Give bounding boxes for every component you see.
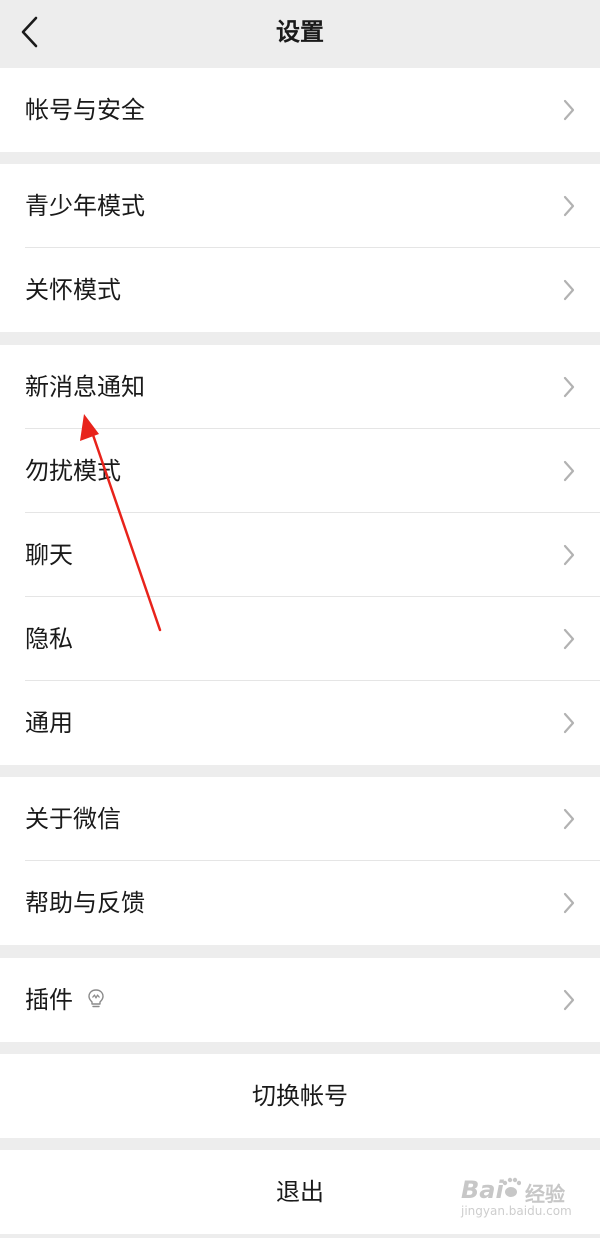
settings-item-label: 关怀模式 (25, 276, 121, 304)
settings-item-help-feedback[interactable]: 帮助与反馈 (0, 861, 600, 945)
paw-logo-icon: Bai (461, 1176, 521, 1204)
switch-account-section: 切换帐号 (0, 1054, 600, 1138)
watermark-logo: Bai 经验 jingyan.baidu.com (455, 1170, 585, 1226)
settings-item-label: 勿扰模式 (25, 457, 121, 485)
chevron-right-icon (563, 99, 575, 121)
lightbulb-icon (88, 989, 104, 1008)
settings-item-do-not-disturb[interactable]: 勿扰模式 (0, 429, 600, 513)
settings-item-label: 青少年模式 (25, 192, 145, 220)
switch-account-label: 切换帐号 (252, 1082, 348, 1110)
settings-item-new-message-notification[interactable]: 新消息通知 (0, 345, 600, 429)
settings-group-general: 新消息通知 勿扰模式 聊天 隐私 通用 (0, 345, 600, 765)
settings-item-label: 聊天 (25, 541, 73, 569)
settings-item-label: 关于微信 (25, 805, 121, 833)
settings-group-account: 帐号与安全 (0, 68, 600, 152)
chevron-right-icon (563, 460, 575, 482)
settings-item-label: 帮助与反馈 (25, 889, 145, 917)
settings-item-label: 新消息通知 (25, 373, 145, 401)
settings-item-label: 插件 (25, 986, 73, 1014)
page-title: 设置 (276, 18, 324, 46)
watermark-brand-text: 经验 (525, 1182, 565, 1206)
settings-group-about: 关于微信 帮助与反馈 (0, 777, 600, 945)
settings-item-label: 通用 (25, 709, 73, 737)
chevron-right-icon (563, 544, 575, 566)
settings-item-chat[interactable]: 聊天 (0, 513, 600, 597)
switch-account-button[interactable]: 切换帐号 (0, 1054, 600, 1138)
settings-item-label: 隐私 (25, 625, 73, 653)
chevron-right-icon (563, 628, 575, 650)
chevron-right-icon (563, 195, 575, 217)
chevron-right-icon (563, 808, 575, 830)
settings-item-youth-mode[interactable]: 青少年模式 (0, 164, 600, 248)
chevron-right-icon (563, 376, 575, 398)
nav-bar: 设置 (0, 0, 600, 66)
chevron-right-icon (563, 989, 575, 1011)
settings-item-care-mode[interactable]: 关怀模式 (0, 248, 600, 332)
settings-item-privacy[interactable]: 隐私 (0, 597, 600, 681)
settings-group-plugins: 插件 (0, 958, 600, 1042)
settings-item-about-wechat[interactable]: 关于微信 (0, 777, 600, 861)
chevron-right-icon (563, 892, 575, 914)
svg-text:Bai: Bai (461, 1176, 504, 1204)
settings-group-modes: 青少年模式 关怀模式 (0, 164, 600, 332)
watermark-url: jingyan.baidu.com (461, 1204, 572, 1218)
settings-item-account-security[interactable]: 帐号与安全 (0, 68, 600, 152)
settings-item-plugins[interactable]: 插件 (0, 958, 600, 1042)
chevron-right-icon (563, 279, 575, 301)
settings-item-label: 帐号与安全 (25, 96, 145, 124)
chevron-right-icon (563, 712, 575, 734)
settings-item-general[interactable]: 通用 (0, 681, 600, 765)
